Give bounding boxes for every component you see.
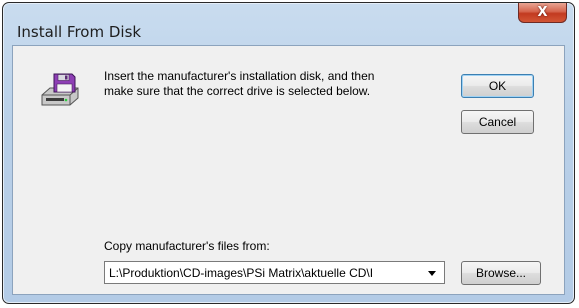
dialog-title: Install From Disk: [17, 23, 142, 41]
chevron-down-icon[interactable]: [428, 271, 436, 276]
close-button[interactable]: X: [518, 3, 567, 23]
instruction-text: Insert the manufacturer's installation d…: [104, 69, 375, 98]
cancel-button[interactable]: Cancel: [461, 110, 534, 134]
ok-button[interactable]: OK: [461, 74, 534, 98]
floppy-disk-install-icon: [41, 73, 79, 106]
install-from-disk-dialog: Install From Disk X Insert the manufactu…: [2, 2, 575, 304]
copy-from-label: Copy manufacturer's files from:: [104, 239, 270, 253]
path-combobox[interactable]: L:\Produktion\CD-images\PSi Matrix\aktue…: [104, 261, 445, 284]
title-bar[interactable]: Install From Disk X: [3, 3, 574, 41]
path-input[interactable]: L:\Produktion\CD-images\PSi Matrix\aktue…: [109, 266, 419, 280]
browse-button[interactable]: Browse...: [461, 261, 541, 285]
dialog-content: Insert the manufacturer's installation d…: [12, 45, 565, 295]
close-icon: X: [537, 5, 548, 20]
